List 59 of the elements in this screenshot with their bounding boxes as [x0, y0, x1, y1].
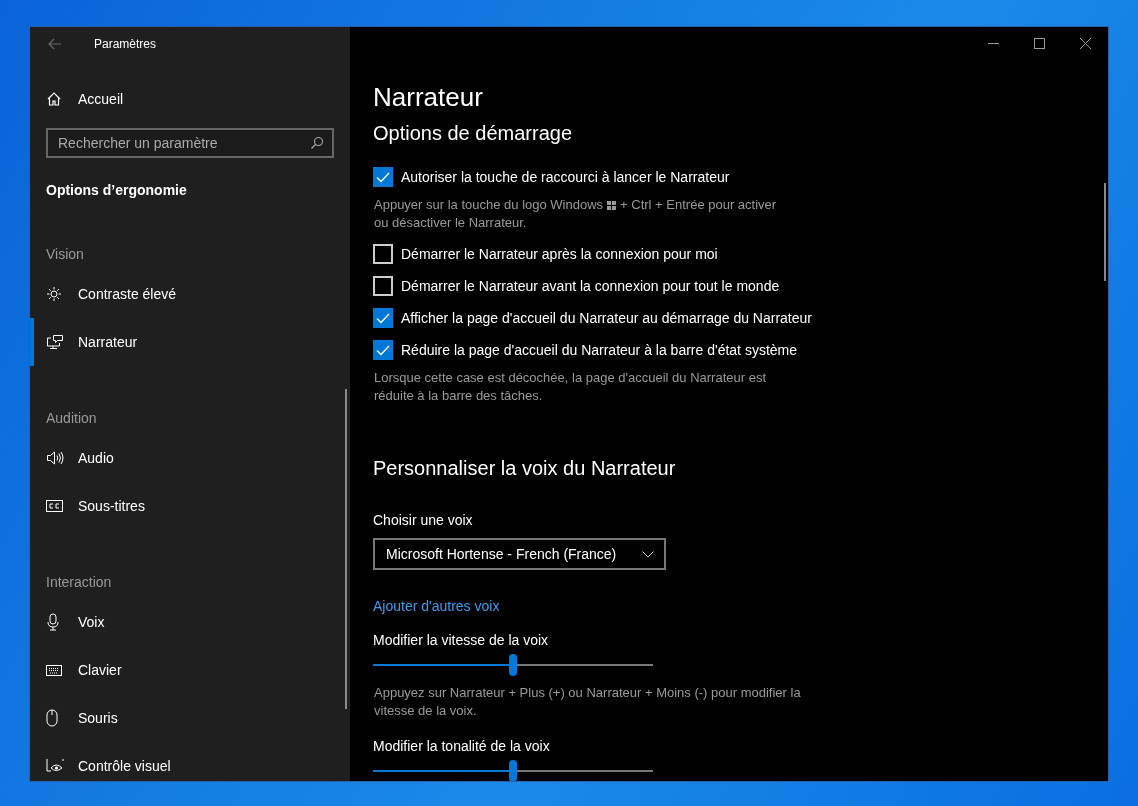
close-icon: [1079, 37, 1091, 49]
mouse-icon: [46, 709, 58, 727]
window-title: Paramètres: [94, 36, 157, 51]
checkbox[interactable]: [373, 167, 393, 187]
add-voices-link[interactable]: Ajouter d'autres voix: [373, 598, 1108, 614]
checkbox-option[interactable]: Afficher la page d'accueil du Narrateur au démarrage du Narrateur: [373, 308, 833, 328]
hint-text: Appuyer sur la touche du logo Windows: [374, 196, 604, 214]
nav-item[interactable]: Narrateur: [30, 318, 350, 366]
checkbox[interactable]: [373, 244, 393, 264]
keyboard-icon: [46, 664, 62, 676]
hint-text: Lorsque cette case est décochée, la page d'accueil du Narrateur est: [374, 369, 766, 387]
checkbox-option[interactable]: Démarrer le Narrateur avant la connexion pour tout le monde: [373, 276, 833, 296]
nav-item[interactable]: Sous-titres: [30, 482, 350, 530]
group-label: Vision: [45, 246, 85, 264]
nav-item[interactable]: Contraste élevé: [30, 270, 350, 318]
back-arrow-icon[interactable]: [48, 37, 62, 50]
nav-item[interactable]: Clavier: [30, 646, 350, 694]
nav-item[interactable]: Voix: [30, 598, 350, 646]
microphone-icon: [46, 613, 60, 631]
checkbox-option[interactable]: Autoriser la touche de raccourci à lancer le Narrateur: [373, 167, 833, 187]
section-heading: Options d’ergonomie: [46, 182, 188, 200]
hint-text: Appuyez sur Narrateur + Plus (+) ou Narrateur + Moins (-) pour modifier la vitesse de la voix.: [374, 684, 802, 720]
checkbox[interactable]: [373, 308, 393, 328]
chevron-down-icon: [642, 550, 654, 558]
checkbox-option[interactable]: Démarrer le Narrateur après la connexion pour moi: [373, 244, 833, 264]
minimize-icon: [987, 42, 999, 44]
home-icon: [46, 91, 62, 107]
checkbox[interactable]: [373, 340, 393, 360]
section-heading: Personnaliser la voix du Narrateur: [373, 457, 677, 480]
search-icon: [310, 136, 324, 150]
checkbox[interactable]: [373, 276, 393, 296]
section-heading: Options de démarrage: [373, 122, 573, 145]
nav-item[interactable]: Audio: [30, 434, 350, 482]
scrollbar[interactable]: [1104, 183, 1106, 281]
page-title: Narrateur: [373, 82, 484, 114]
hint-text: + Ctrl + Entrée pour activer: [620, 196, 777, 214]
nav-item[interactable]: Souris: [30, 694, 350, 742]
checkbox-option[interactable]: Réduire la page d'accueil du Narrateur à la barre d'état système: [373, 340, 833, 360]
nav-item[interactable]: Contrôle visuel: [30, 742, 350, 781]
hint-text: réduite à la barre des tâches.: [374, 387, 543, 405]
slider-thumb[interactable]: [509, 654, 517, 676]
speaker-icon: [46, 450, 64, 466]
slider-label: Modifier la tonalité de la voix: [373, 738, 551, 756]
monitor-speech-icon: [46, 334, 64, 350]
windows-logo-icon: [607, 200, 617, 210]
search-field[interactable]: Rechercher un paramètre: [46, 128, 334, 158]
eye-monitor-icon: [46, 758, 64, 774]
maximize-icon: [1033, 37, 1045, 49]
voice-dropdown[interactable]: Microsoft Hortense - French (France): [373, 538, 666, 570]
slider-thumb[interactable]: [509, 760, 517, 781]
sun-icon: [46, 286, 62, 302]
scrollbar[interactable]: [345, 389, 347, 709]
slider-label: Modifier la vitesse de la voix: [373, 632, 550, 650]
field-label: Choisir une voix: [373, 512, 474, 530]
group-label: Audition: [45, 410, 98, 428]
captions-icon: [46, 500, 63, 512]
home-link[interactable]: Accueil: [46, 88, 334, 110]
group-label: Interaction: [45, 574, 113, 592]
hint-text: ou désactiver le Narrateur.: [374, 214, 527, 232]
